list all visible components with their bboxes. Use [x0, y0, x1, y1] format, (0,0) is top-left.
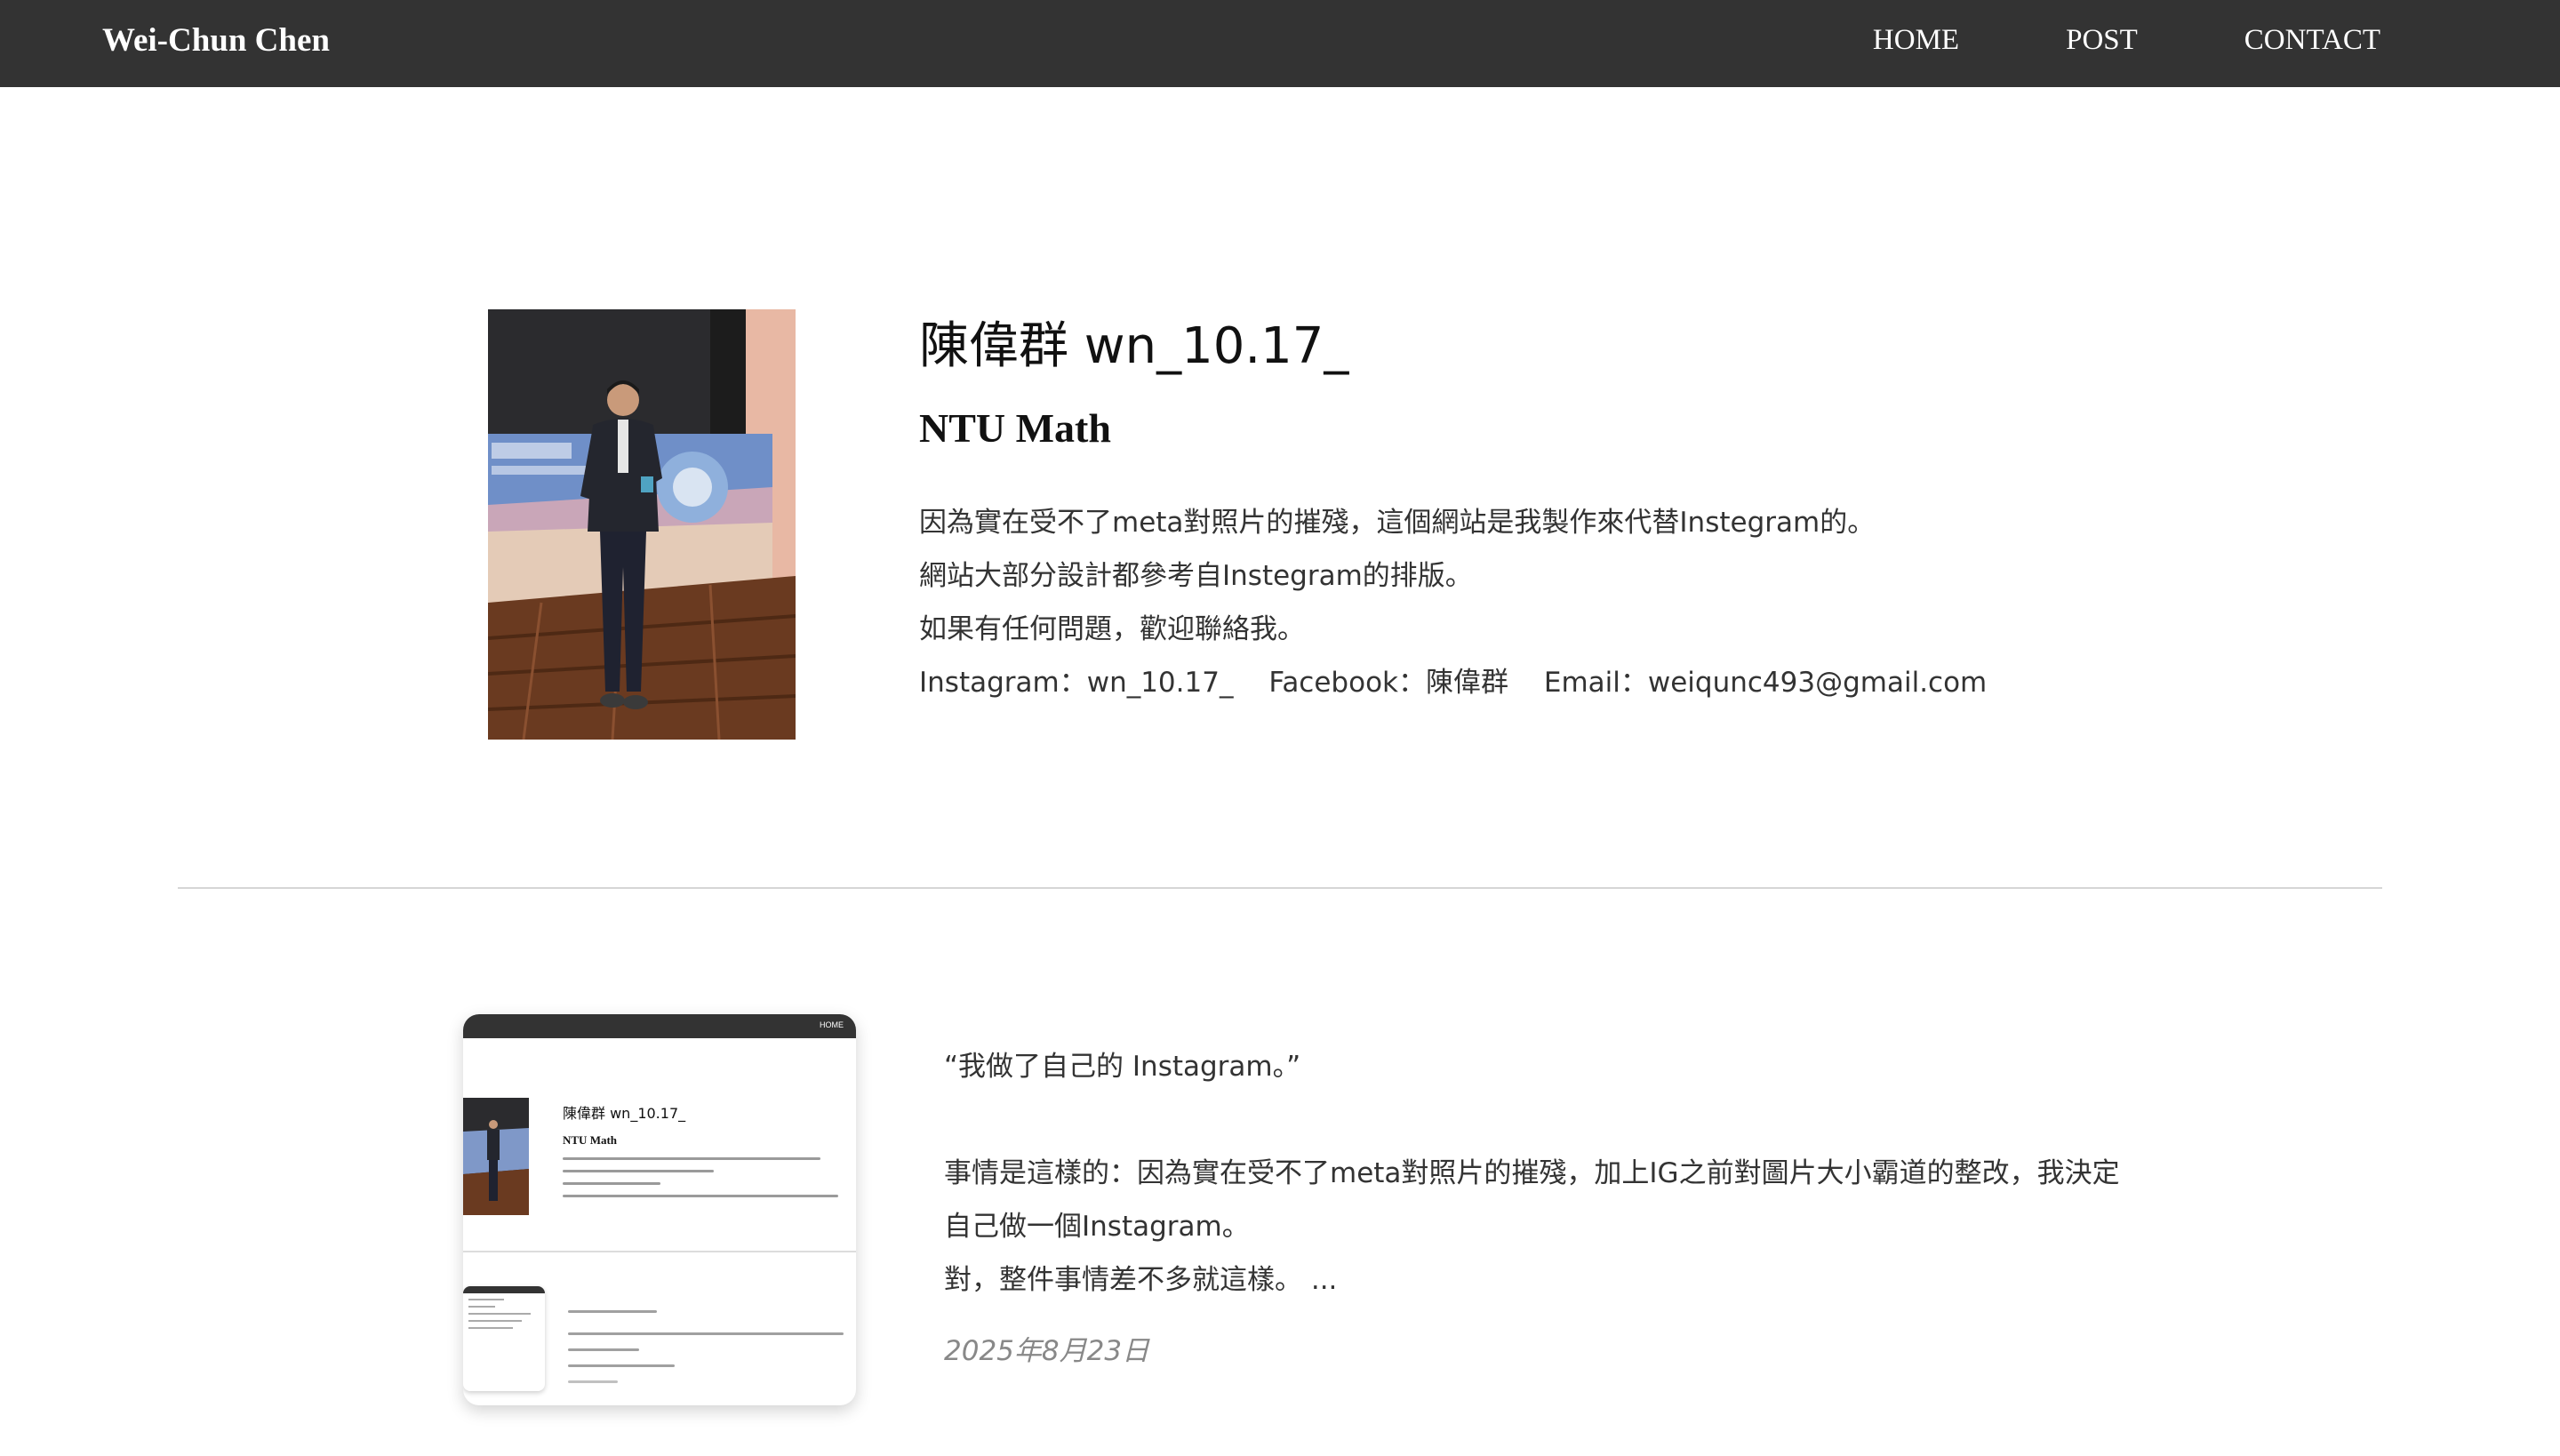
post-date: 2025年8月23日 [944, 1335, 1150, 1367]
thumbnail-navbar: HOME [463, 1014, 856, 1038]
thumbnail-text-line [563, 1182, 660, 1185]
email-contact: Email：weiqunc493@gmail.com [1543, 667, 1988, 699]
profile-bio: 因為實在受不了meta對照片的摧殘，這個網站是我製作來代替Instegram的。… [919, 496, 2164, 709]
thumbnail-name: 陳偉群 wn_10.17_ [563, 1105, 686, 1122]
bio-line: 如果有任何問題，歡迎聯絡我。 [919, 613, 1305, 645]
bio-line: 因為實在受不了meta對照片的摧殘，這個網站是我製作來代替Instegram的。 [919, 507, 1876, 539]
thumbnail-divider [463, 1251, 856, 1252]
profile-name: 陳偉群 wn_10.17_ [919, 317, 1349, 375]
facebook-contact: Facebook：陳偉群 [1268, 667, 1508, 699]
profile-photo [488, 309, 796, 740]
thumbnail-profile-photo [463, 1098, 529, 1215]
thumbnail-profile-text: 陳偉群 wn_10.17_ NTU Math [563, 1101, 847, 1197]
thumbnail-post-text [568, 1297, 844, 1383]
top-navbar: Wei-Chun Chen HOME POST CONTACT [0, 0, 2560, 87]
main-nav: HOME POST CONTACT [1873, 24, 2380, 57]
thumbnail-text-line [563, 1157, 820, 1160]
thumbnail-text-line [563, 1170, 714, 1172]
instagram-contact: Instagram：wn_10.17_ [919, 667, 1234, 699]
nav-post-link[interactable]: POST [2066, 24, 2138, 57]
post-excerpt-line: 對，整件事情差不多就這樣。 ... [944, 1264, 1338, 1296]
post-excerpt-line: 事情是這樣的：因為實在受不了meta對照片的摧殘，加上IG之前對圖片大小霸道的整… [944, 1157, 2120, 1189]
post-excerpt-line: 自己做一個Instagram。 [944, 1211, 1250, 1243]
post-preview[interactable]: “我做了自己的 Instagram。” 事情是這樣的：因為實在受不了meta對照… [944, 1040, 2144, 1378]
nav-home-link[interactable]: HOME [1873, 24, 1959, 57]
contact-line: Instagram：wn_10.17_ Facebook：陳偉群 Email：w… [919, 656, 2164, 709]
thumbnail-home-label: HOME [820, 1020, 844, 1029]
post-title-quote[interactable]: “我做了自己的 Instagram。” [944, 1040, 2144, 1093]
post-thumbnail[interactable]: HOME 陳偉群 wn_10.17_ NTU Math [463, 1014, 856, 1405]
profile-info: 陳偉群 wn_10.17_ NTU Math 因為實在受不了meta對照片的摧殘… [919, 313, 2164, 709]
thumbnail-mini-card [463, 1286, 545, 1391]
nav-contact-link[interactable]: CONTACT [2244, 24, 2380, 57]
thumbnail-text-line [563, 1195, 838, 1197]
post-excerpt: 事情是這樣的：因為實在受不了meta對照片的摧殘，加上IG之前對圖片大小霸道的整… [944, 1147, 2144, 1307]
site-brand-link[interactable]: Wei-Chun Chen [102, 21, 330, 60]
thumbnail-affiliation: NTU Math [563, 1133, 618, 1147]
section-divider [178, 887, 2382, 889]
bio-line: 網站大部分設計都參考自Instegram的排版。 [919, 560, 1473, 592]
profile-affiliation: NTU Math [919, 405, 1111, 451]
